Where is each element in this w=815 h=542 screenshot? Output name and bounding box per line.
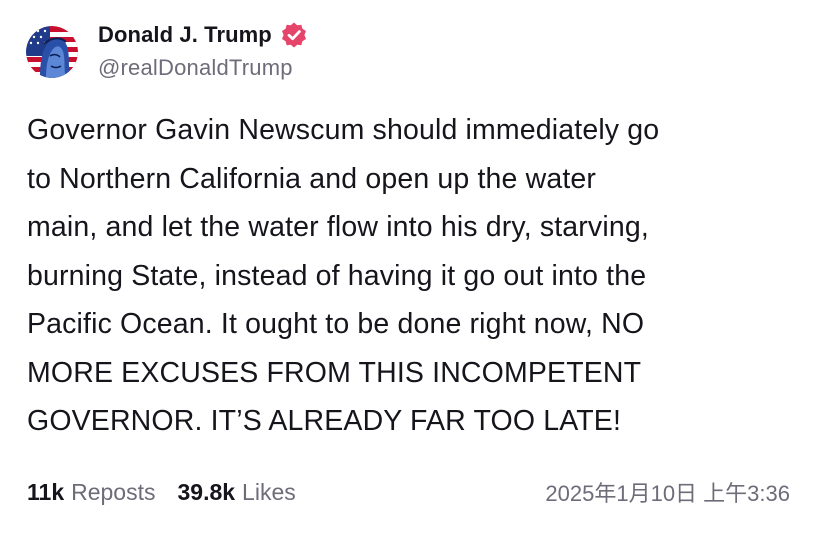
reposts-stat[interactable]: 11k Reposts [27,479,155,506]
post-text-line: MORE EXCUSES FROM THIS INCOMPETENT [27,356,642,389]
name-row: Donald J. Trump [98,18,308,52]
author-info: Donald J. Trump @realDonaldTrump [98,18,308,81]
likes-stat[interactable]: 39.8k Likes [177,479,295,506]
post-card: Donald J. Trump @realDonaldTrump Governo… [0,0,815,542]
post-text-line: Governor Gavin Newscum should immediatel… [27,114,660,146]
post-body: Governor Gavin Newscum should immediatel… [27,106,797,446]
avatar[interactable] [26,26,78,78]
display-name[interactable]: Donald J. Trump [98,22,272,48]
post-footer: 11k Reposts 39.8k Likes 2025年1月10日 上午3:3… [27,474,790,510]
post-text-line: GOVERNOR. IT’S ALREADY FAR TOO LATE! [27,405,622,437]
likes-count: 39.8k [177,478,236,505]
post-text-line: Pacific Ocean. It ought to be done right… [27,308,645,340]
post-text-line: main, and let the water flow into his dr… [27,211,649,243]
verified-badge-icon [280,21,308,49]
user-handle[interactable]: @realDonaldTrump [98,55,308,81]
post-header: Donald J. Trump @realDonaldTrump [26,18,308,81]
post-text-line: burning State, instead of having it go o… [27,259,647,292]
likes-label: Likes [242,478,296,505]
reposts-label: Reposts [71,478,156,505]
post-timestamp[interactable]: 2025年1月10日 上午3:36 [545,476,790,508]
reposts-count: 11k [27,478,65,505]
avatar-portrait-icon [26,26,78,78]
post-text-line: to Northern California and open up the w… [27,162,597,195]
